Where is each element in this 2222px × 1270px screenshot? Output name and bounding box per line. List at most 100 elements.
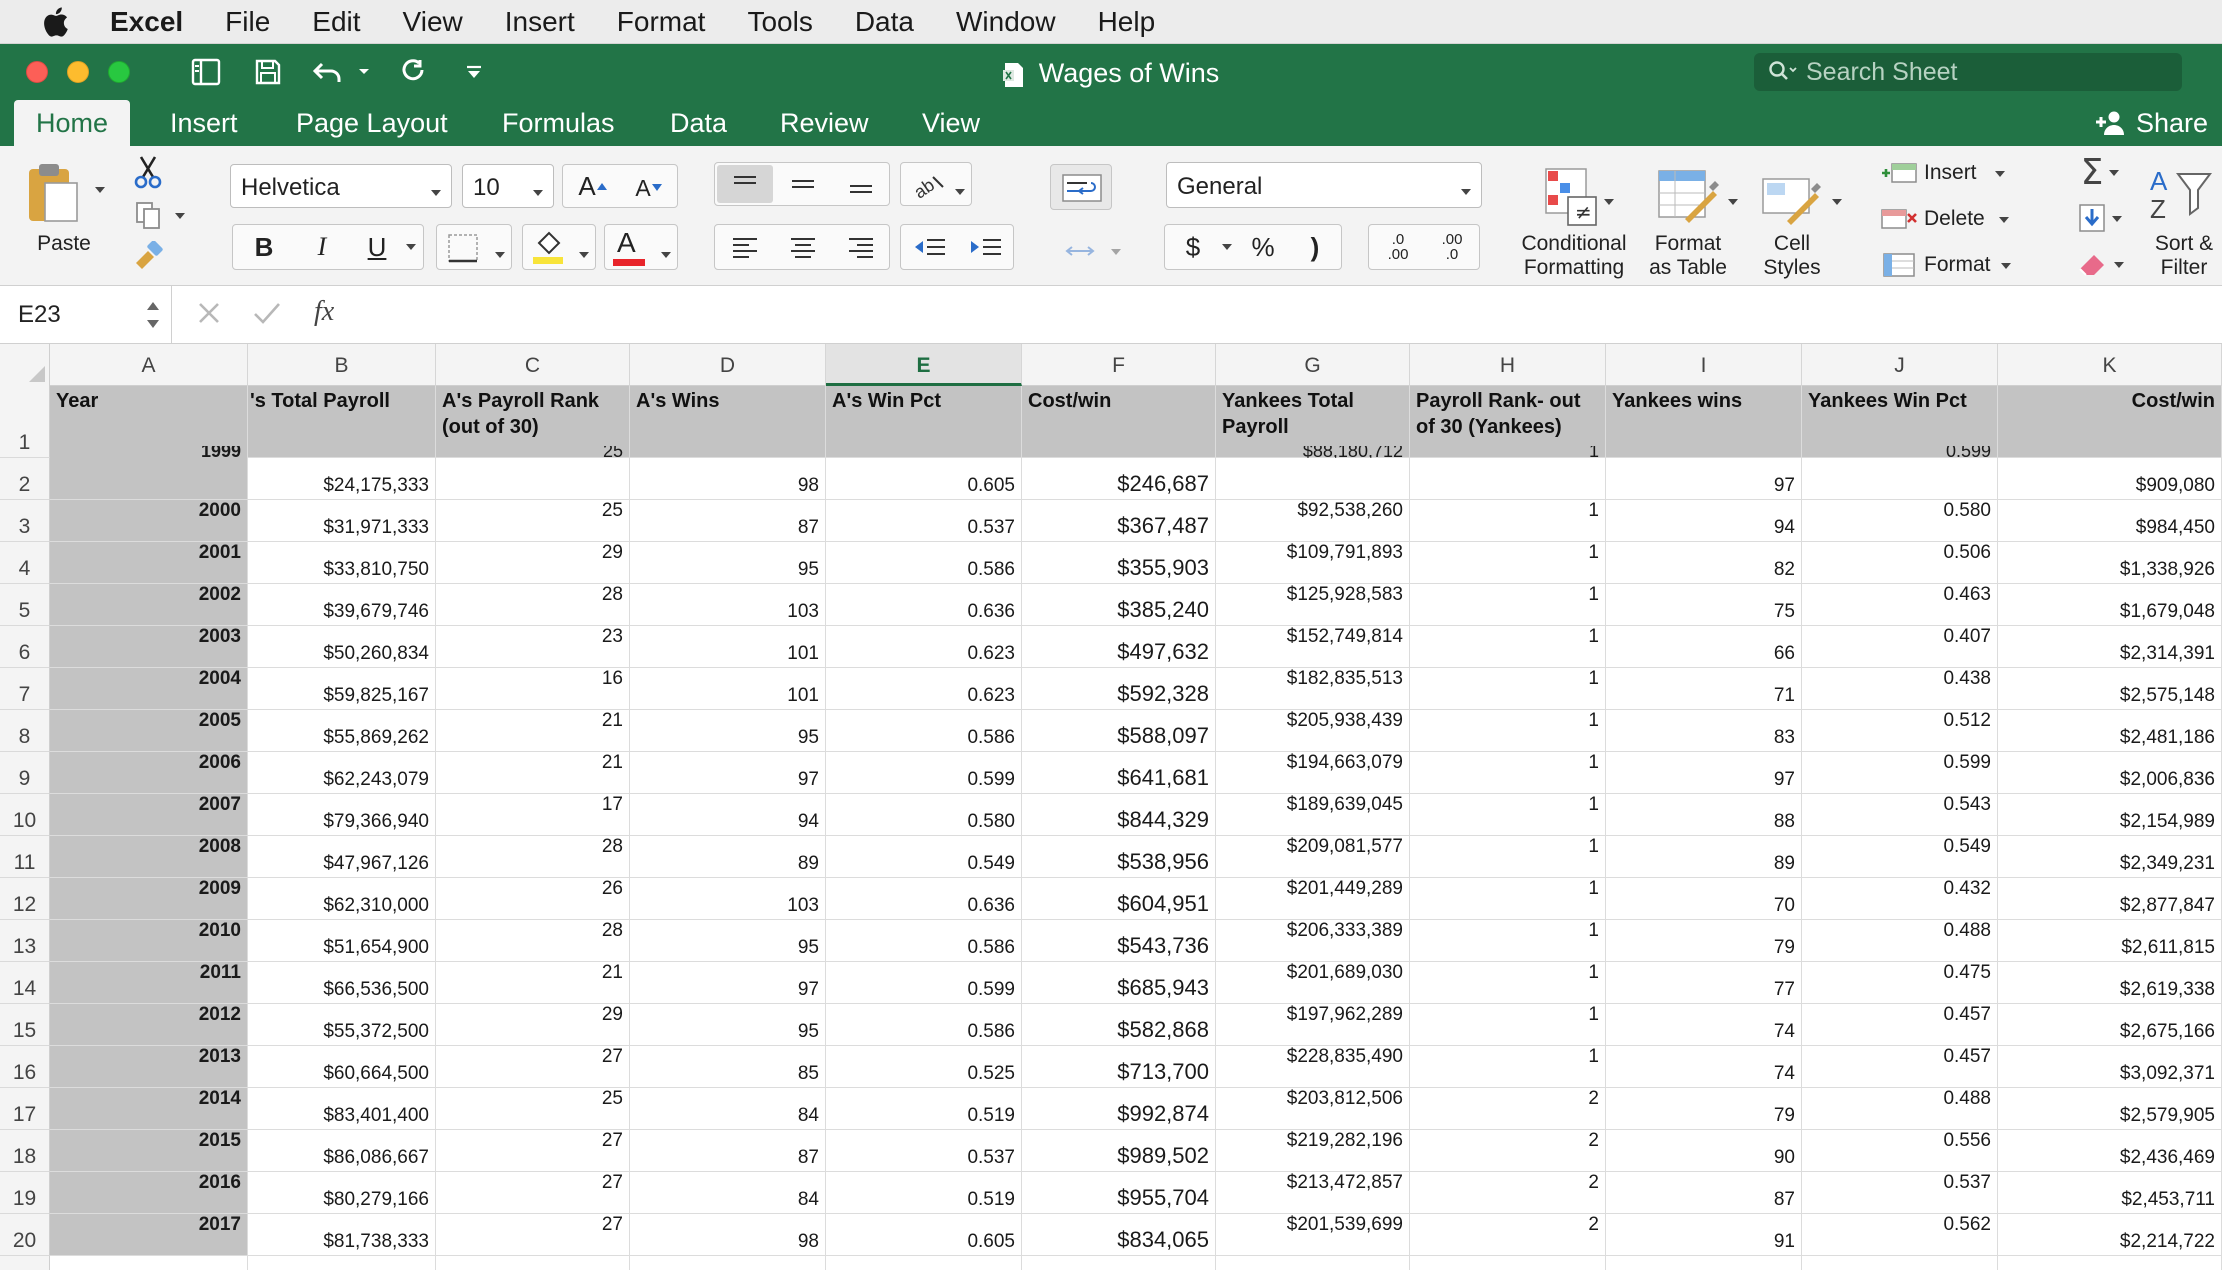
name-box-input[interactable] xyxy=(18,301,128,329)
menu-window[interactable]: Window xyxy=(956,6,1056,38)
cell-d3[interactable]: 87 xyxy=(630,500,826,542)
row-header-1[interactable]: 1 xyxy=(0,386,50,458)
column-header-b[interactable]: B xyxy=(248,344,436,386)
cell-e10[interactable]: 0.580 xyxy=(826,794,1022,836)
cell-b15[interactable]: $55,372,500 xyxy=(248,1004,436,1046)
cell-g4[interactable]: $109,791,893 xyxy=(1216,542,1410,584)
cell-g21[interactable] xyxy=(1216,1256,1410,1270)
clipped-cell-h2[interactable]: 1 xyxy=(1410,446,1606,458)
cell-c11[interactable]: 28 xyxy=(436,836,630,878)
name-box[interactable] xyxy=(0,286,172,344)
sort-filter-button[interactable]: AZ xyxy=(2146,162,2216,226)
cell-b18[interactable]: $86,086,667 xyxy=(248,1130,436,1172)
cell-g5[interactable]: $125,928,583 xyxy=(1216,584,1410,626)
paste-options-chevron-icon[interactable] xyxy=(92,182,108,198)
cell-f3[interactable]: $367,487 xyxy=(1022,500,1216,542)
cell-g18[interactable]: $219,282,196 xyxy=(1216,1130,1410,1172)
row-header-9[interactable]: 9 xyxy=(0,752,50,794)
cell-a18[interactable]: 2015 xyxy=(50,1130,248,1172)
cell-k11[interactable]: $2,349,231 xyxy=(1998,836,2222,878)
cell-e20[interactable]: 0.605 xyxy=(826,1214,1022,1256)
cell-j15[interactable]: 0.457 xyxy=(1802,1004,1998,1046)
cell-d17[interactable]: 84 xyxy=(630,1088,826,1130)
header-cell-k[interactable]: Cost/win xyxy=(1998,386,2222,458)
top-align-icon[interactable] xyxy=(717,165,773,203)
cell-c18[interactable]: 27 xyxy=(436,1130,630,1172)
cell-d15[interactable]: 95 xyxy=(630,1004,826,1046)
cell-f5[interactable]: $385,240 xyxy=(1022,584,1216,626)
menu-insert[interactable]: Insert xyxy=(505,6,575,38)
comma-style-button[interactable]: ) xyxy=(1289,228,1341,266)
cell-h2[interactable] xyxy=(1410,458,1606,500)
cell-i10[interactable]: 88 xyxy=(1606,794,1802,836)
cell-g20[interactable]: $201,539,699 xyxy=(1216,1214,1410,1256)
row-header-8[interactable]: 8 xyxy=(0,710,50,752)
header-cell-i[interactable]: Yankees wins xyxy=(1606,386,1802,458)
clipped-cell-g2[interactable]: $88,180,712 xyxy=(1216,446,1410,458)
cell-a21[interactable] xyxy=(50,1256,248,1270)
cell-e9[interactable]: 0.599 xyxy=(826,752,1022,794)
cell-i17[interactable]: 79 xyxy=(1606,1088,1802,1130)
cell-a12[interactable]: 2009 xyxy=(50,878,248,920)
column-header-k[interactable]: K xyxy=(1998,344,2222,386)
row-header-13[interactable]: 13 xyxy=(0,920,50,962)
column-header-i[interactable]: I xyxy=(1606,344,1802,386)
cell-b14[interactable]: $66,536,500 xyxy=(248,962,436,1004)
cell-f20[interactable]: $834,065 xyxy=(1022,1214,1216,1256)
cell-styles-button[interactable] xyxy=(1750,162,1842,232)
save-icon[interactable] xyxy=(250,54,286,90)
cell-c4[interactable]: 29 xyxy=(436,542,630,584)
align-left-icon[interactable] xyxy=(717,228,773,266)
cell-j17[interactable]: 0.488 xyxy=(1802,1088,1998,1130)
cell-j10[interactable]: 0.543 xyxy=(1802,794,1998,836)
column-header-h[interactable]: H xyxy=(1410,344,1606,386)
cell-h17[interactable]: 2 xyxy=(1410,1088,1606,1130)
cell-h15[interactable]: 1 xyxy=(1410,1004,1606,1046)
menu-edit[interactable]: Edit xyxy=(312,6,360,38)
cell-i9[interactable]: 97 xyxy=(1606,752,1802,794)
cell-b12[interactable]: $62,310,000 xyxy=(248,878,436,920)
column-header-f[interactable]: F xyxy=(1022,344,1216,386)
cell-d13[interactable]: 95 xyxy=(630,920,826,962)
row-header-15[interactable]: 15 xyxy=(0,1004,50,1046)
cell-b20[interactable]: $81,738,333 xyxy=(248,1214,436,1256)
clipped-cell-a2[interactable]: 1999 xyxy=(50,446,248,458)
cell-d4[interactable]: 95 xyxy=(630,542,826,584)
cell-f15[interactable]: $582,868 xyxy=(1022,1004,1216,1046)
italic-button[interactable]: I xyxy=(295,228,349,266)
cell-f10[interactable]: $844,329 xyxy=(1022,794,1216,836)
cell-b8[interactable]: $55,869,262 xyxy=(248,710,436,752)
cell-h14[interactable]: 1 xyxy=(1410,962,1606,1004)
zoom-window-button[interactable] xyxy=(108,61,130,83)
cell-b6[interactable]: $50,260,834 xyxy=(248,626,436,668)
number-format-dropdown[interactable]: General xyxy=(1166,162,1482,208)
cell-i15[interactable]: 74 xyxy=(1606,1004,1802,1046)
cell-g19[interactable]: $213,472,857 xyxy=(1216,1172,1410,1214)
menu-data[interactable]: Data xyxy=(855,6,914,38)
cell-k19[interactable]: $2,453,711 xyxy=(1998,1172,2222,1214)
cell-g13[interactable]: $206,333,389 xyxy=(1216,920,1410,962)
menu-tools[interactable]: Tools xyxy=(747,6,812,38)
tab-insert[interactable]: Insert xyxy=(148,100,260,146)
format-as-table-button[interactable] xyxy=(1646,162,1738,232)
cut-scissors-icon[interactable] xyxy=(130,154,166,190)
header-cell-b[interactable]: 's Total Payroll xyxy=(248,386,436,458)
cell-e7[interactable]: 0.623 xyxy=(826,668,1022,710)
cell-j13[interactable]: 0.488 xyxy=(1802,920,1998,962)
cell-c10[interactable]: 17 xyxy=(436,794,630,836)
cell-f18[interactable]: $989,502 xyxy=(1022,1130,1216,1172)
align-right-icon[interactable] xyxy=(833,228,889,266)
cell-i12[interactable]: 70 xyxy=(1606,878,1802,920)
row-header-11[interactable]: 11 xyxy=(0,836,50,878)
menu-app-excel[interactable]: Excel xyxy=(110,6,183,38)
cell-f7[interactable]: $592,328 xyxy=(1022,668,1216,710)
cell-b4[interactable]: $33,810,750 xyxy=(248,542,436,584)
row-header-7[interactable]: 7 xyxy=(0,668,50,710)
cell-f4[interactable]: $355,903 xyxy=(1022,542,1216,584)
cell-a10[interactable]: 2007 xyxy=(50,794,248,836)
cell-j14[interactable]: 0.475 xyxy=(1802,962,1998,1004)
confirm-entry-icon[interactable] xyxy=(252,300,282,331)
cell-c17[interactable]: 25 xyxy=(436,1088,630,1130)
row-header-4[interactable]: 4 xyxy=(0,542,50,584)
cell-e11[interactable]: 0.549 xyxy=(826,836,1022,878)
